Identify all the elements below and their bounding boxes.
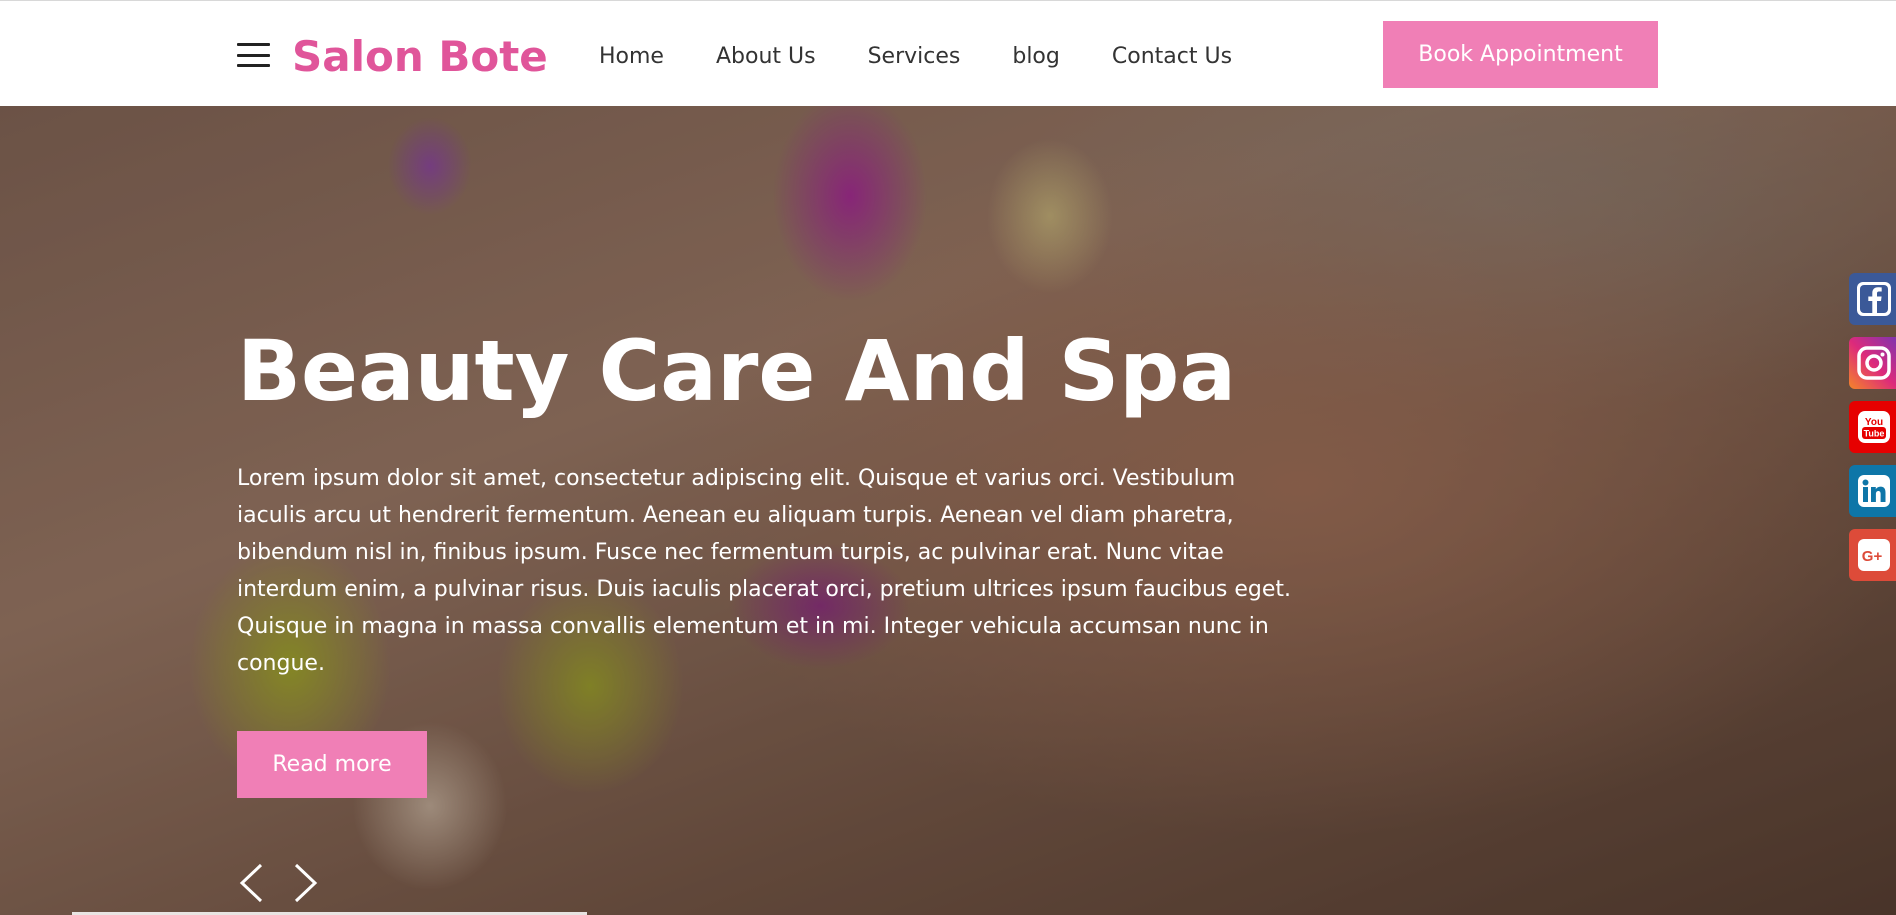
google-plus-icon[interactable]: G+	[1849, 529, 1896, 581]
hamburger-menu-icon[interactable]	[237, 43, 270, 67]
linkedin-icon[interactable]	[1849, 465, 1896, 517]
nav-services[interactable]: Services	[868, 41, 961, 73]
svg-text:You: You	[1865, 417, 1883, 428]
hero-description: Lorem ipsum dolor sit amet, consectetur …	[237, 466, 1292, 676]
facebook-icon[interactable]	[1849, 273, 1896, 325]
nav-contact-us[interactable]: Contact Us	[1112, 41, 1232, 73]
youtube-icon[interactable]: You Tube	[1849, 401, 1896, 453]
hero-title: Beauty Care And Spa	[237, 322, 1237, 420]
nav-home[interactable]: Home	[599, 41, 664, 73]
main-nav: Home About Us Services blog Contact Us	[599, 41, 1284, 73]
site-logo[interactable]: Salon Bote	[292, 31, 548, 83]
book-appointment-button[interactable]: Book Appointment	[1383, 21, 1658, 88]
chevron-right-icon[interactable]	[292, 862, 320, 904]
nav-about-us[interactable]: About Us	[716, 41, 816, 73]
hero-slider: Beauty Care And Spa Lorem ipsum dolor si…	[0, 106, 1896, 915]
site-header: Salon Bote Home About Us Services blog C…	[0, 0, 1896, 106]
svg-text:Tube: Tube	[1864, 429, 1885, 439]
read-more-button[interactable]: Read more	[237, 731, 427, 798]
chevron-left-icon[interactable]	[237, 862, 265, 904]
social-sidebar: You Tube G+	[1849, 273, 1896, 581]
svg-text:G+: G+	[1862, 548, 1883, 565]
nav-blog[interactable]: blog	[1012, 41, 1060, 73]
instagram-icon[interactable]	[1849, 337, 1896, 389]
